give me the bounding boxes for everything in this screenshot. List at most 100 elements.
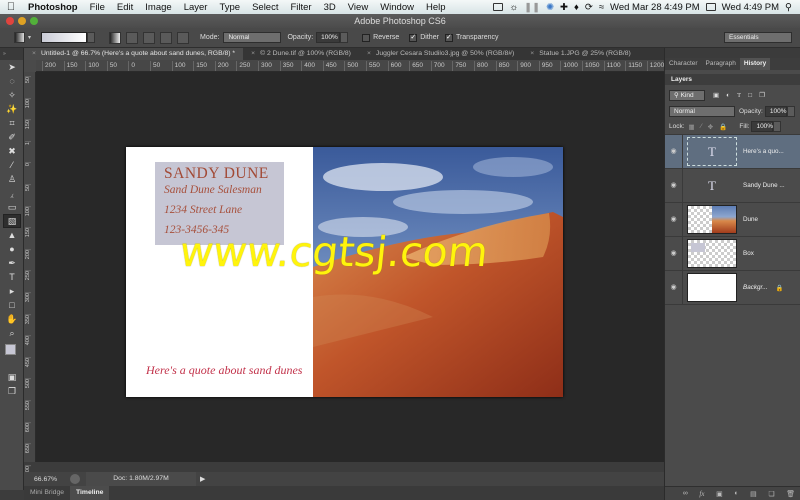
plugin-icon[interactable]: ✚	[560, 2, 568, 13]
mask-icon[interactable]: ▣	[716, 490, 723, 498]
move-tool[interactable]: ➤	[3, 60, 21, 74]
layer-row-quote[interactable]: ◉ T Here's a quo...	[665, 135, 800, 169]
pen-tool[interactable]: ✒	[3, 256, 21, 270]
link-layers-icon[interactable]: ∞	[683, 490, 688, 497]
close-window-button[interactable]	[6, 17, 14, 25]
blur-tool[interactable]: ▲	[3, 228, 21, 242]
workspace-select[interactable]: Essentials	[724, 32, 792, 43]
marquee-tool[interactable]: ◌	[3, 74, 21, 88]
close-tab-icon[interactable]: ×	[251, 50, 255, 57]
new-layer-icon[interactable]: ❏	[768, 490, 774, 498]
reverse-checkbox[interactable]	[362, 33, 371, 42]
camera-status-icon[interactable]	[493, 3, 504, 11]
tab-mini-bridge[interactable]: Mini Bridge	[24, 486, 70, 500]
apple-menu-icon[interactable]: 	[0, 1, 22, 13]
minimize-window-button[interactable]	[18, 17, 26, 25]
layers-title[interactable]: Layers	[671, 76, 692, 83]
mode-select[interactable]: Normal	[223, 32, 282, 43]
opacity-input[interactable]: 100%	[316, 32, 341, 43]
adjustment-icon[interactable]: ◐	[734, 490, 738, 497]
layer-opacity-input[interactable]: 100%	[764, 105, 787, 117]
status-menu-arrow-icon[interactable]: ▶	[200, 475, 205, 483]
tool-preset-icon[interactable]	[14, 32, 25, 43]
history-brush-tool[interactable]: ⁁	[3, 186, 21, 200]
healing-brush-tool[interactable]: ✖	[3, 144, 21, 158]
layer-name[interactable]: Here's a quo...	[743, 148, 784, 155]
evernote-icon[interactable]: ♦	[574, 2, 579, 13]
visibility-eye-icon[interactable]: ◉	[665, 135, 683, 168]
trash-icon[interactable]: 🗑	[786, 490, 795, 498]
fill-dropdown[interactable]	[773, 121, 782, 132]
group-icon[interactable]: ▤	[750, 490, 757, 498]
menu-app-name[interactable]: Photoshop	[22, 2, 84, 13]
ruler-origin[interactable]	[24, 60, 36, 72]
menu-help[interactable]: Help	[420, 2, 452, 13]
menu-3d[interactable]: 3D	[318, 2, 342, 13]
close-tab-icon[interactable]: ×	[367, 50, 371, 57]
filter-adjustment-icon[interactable]: ◐	[726, 92, 730, 99]
spotlight-search-icon[interactable]: ⚲	[785, 2, 792, 13]
opacity-dropdown-button[interactable]	[340, 32, 349, 43]
dodge-tool[interactable]: ●	[3, 242, 21, 256]
filter-pixel-icon[interactable]: ▣	[713, 91, 719, 99]
menu-edit[interactable]: Edit	[111, 2, 139, 13]
sync-icon[interactable]: ✺	[546, 2, 554, 13]
clock-main[interactable]: Wed Mar 28 4:49 PM	[610, 2, 700, 13]
type-tool[interactable]: T	[3, 270, 21, 284]
path-selection-tool[interactable]: ▸	[3, 284, 21, 298]
pause-icon[interactable]: ❚❚	[524, 2, 540, 13]
radial-gradient-button[interactable]	[126, 31, 139, 44]
clone-stamp-tool[interactable]: ♙	[3, 172, 21, 186]
lock-all-icon[interactable]: 🔒	[719, 123, 727, 131]
zoom-level[interactable]: 66.67%	[34, 476, 70, 483]
share-icon[interactable]	[70, 474, 80, 484]
zoom-tool[interactable]: ⌕	[3, 326, 21, 340]
quick-selection-tool[interactable]: ✨	[3, 102, 21, 116]
crop-tool[interactable]: ⌗	[3, 116, 21, 130]
visibility-eye-icon[interactable]: ◉	[665, 271, 683, 304]
zoom-window-button[interactable]	[30, 17, 38, 25]
menu-file[interactable]: File	[84, 2, 111, 13]
horizontal-ruler[interactable]: 200 150 100 50 0 50 100 150 200 250 300 350 400 450 50…	[36, 60, 664, 72]
preset-chevron-icon[interactable]: ▾	[28, 34, 31, 41]
menu-select[interactable]: Select	[246, 2, 284, 13]
tab-paragraph[interactable]: Paragraph	[702, 58, 740, 70]
tab-character[interactable]: Character	[665, 58, 702, 70]
lock-pixels-icon[interactable]: ∕	[701, 123, 702, 130]
transparency-checkbox[interactable]: ✓	[444, 33, 453, 42]
foreground-color-swatch[interactable]	[5, 344, 16, 355]
wifi-icon[interactable]: ≈	[599, 2, 604, 13]
layer-name[interactable]: Backgr...	[743, 284, 768, 291]
diamond-gradient-button[interactable]	[177, 31, 190, 44]
doc-tab-juggler[interactable]: × Juggler Cesara Studilo3.jpg @ 50% (RGB/…	[359, 48, 522, 60]
quick-mask-button[interactable]: ▣	[3, 370, 21, 384]
vertical-ruler[interactable]: 50 100 150 1 0 50 100 150 200 250 300 350 400 450 500 5…	[24, 72, 36, 475]
filter-type-icon[interactable]: T	[737, 92, 741, 99]
lock-position-icon[interactable]: ✥	[708, 123, 713, 131]
visibility-eye-icon[interactable]: ◉	[665, 203, 683, 236]
menu-layer[interactable]: Layer	[178, 2, 214, 13]
layer-name[interactable]: Sandy Dune ...	[743, 182, 785, 189]
menu-view[interactable]: View	[342, 2, 374, 13]
time-machine-icon[interactable]: ⟳	[585, 2, 593, 13]
hand-tool[interactable]: ✋	[3, 312, 21, 326]
filter-kind-select[interactable]: ⚲ Kind	[669, 89, 705, 101]
linear-gradient-button[interactable]	[109, 31, 122, 44]
layer-name[interactable]: Dune	[743, 216, 758, 223]
tab-timeline[interactable]: Timeline	[70, 486, 110, 500]
visibility-eye-icon[interactable]: ◉	[665, 237, 683, 270]
doc-tab-statue[interactable]: × Statue 1.JPG @ 25% (RGB/8)	[522, 48, 639, 60]
tools-collapse-handle[interactable]: »	[0, 48, 23, 60]
fill-input[interactable]: 100%	[751, 121, 774, 132]
screen-mode-button[interactable]: ❐	[3, 384, 21, 398]
clock-secondary[interactable]: Wed 4:49 PM	[722, 2, 779, 13]
filter-smart-object-icon[interactable]: ❐	[759, 91, 765, 99]
battery-icon[interactable]	[705, 3, 716, 11]
doc-tab-untitled[interactable]: × Untitled-1 @ 66.7% (Here's a quote abou…	[24, 48, 244, 60]
angle-gradient-button[interactable]	[143, 31, 156, 44]
menu-window[interactable]: Window	[374, 2, 420, 13]
lock-transparency-icon[interactable]: ▦	[689, 123, 695, 131]
layer-row-sandy-dune[interactable]: ◉ T Sandy Dune ...	[665, 169, 800, 203]
filter-shape-icon[interactable]: □	[748, 92, 752, 99]
tab-history[interactable]: History	[739, 58, 771, 70]
